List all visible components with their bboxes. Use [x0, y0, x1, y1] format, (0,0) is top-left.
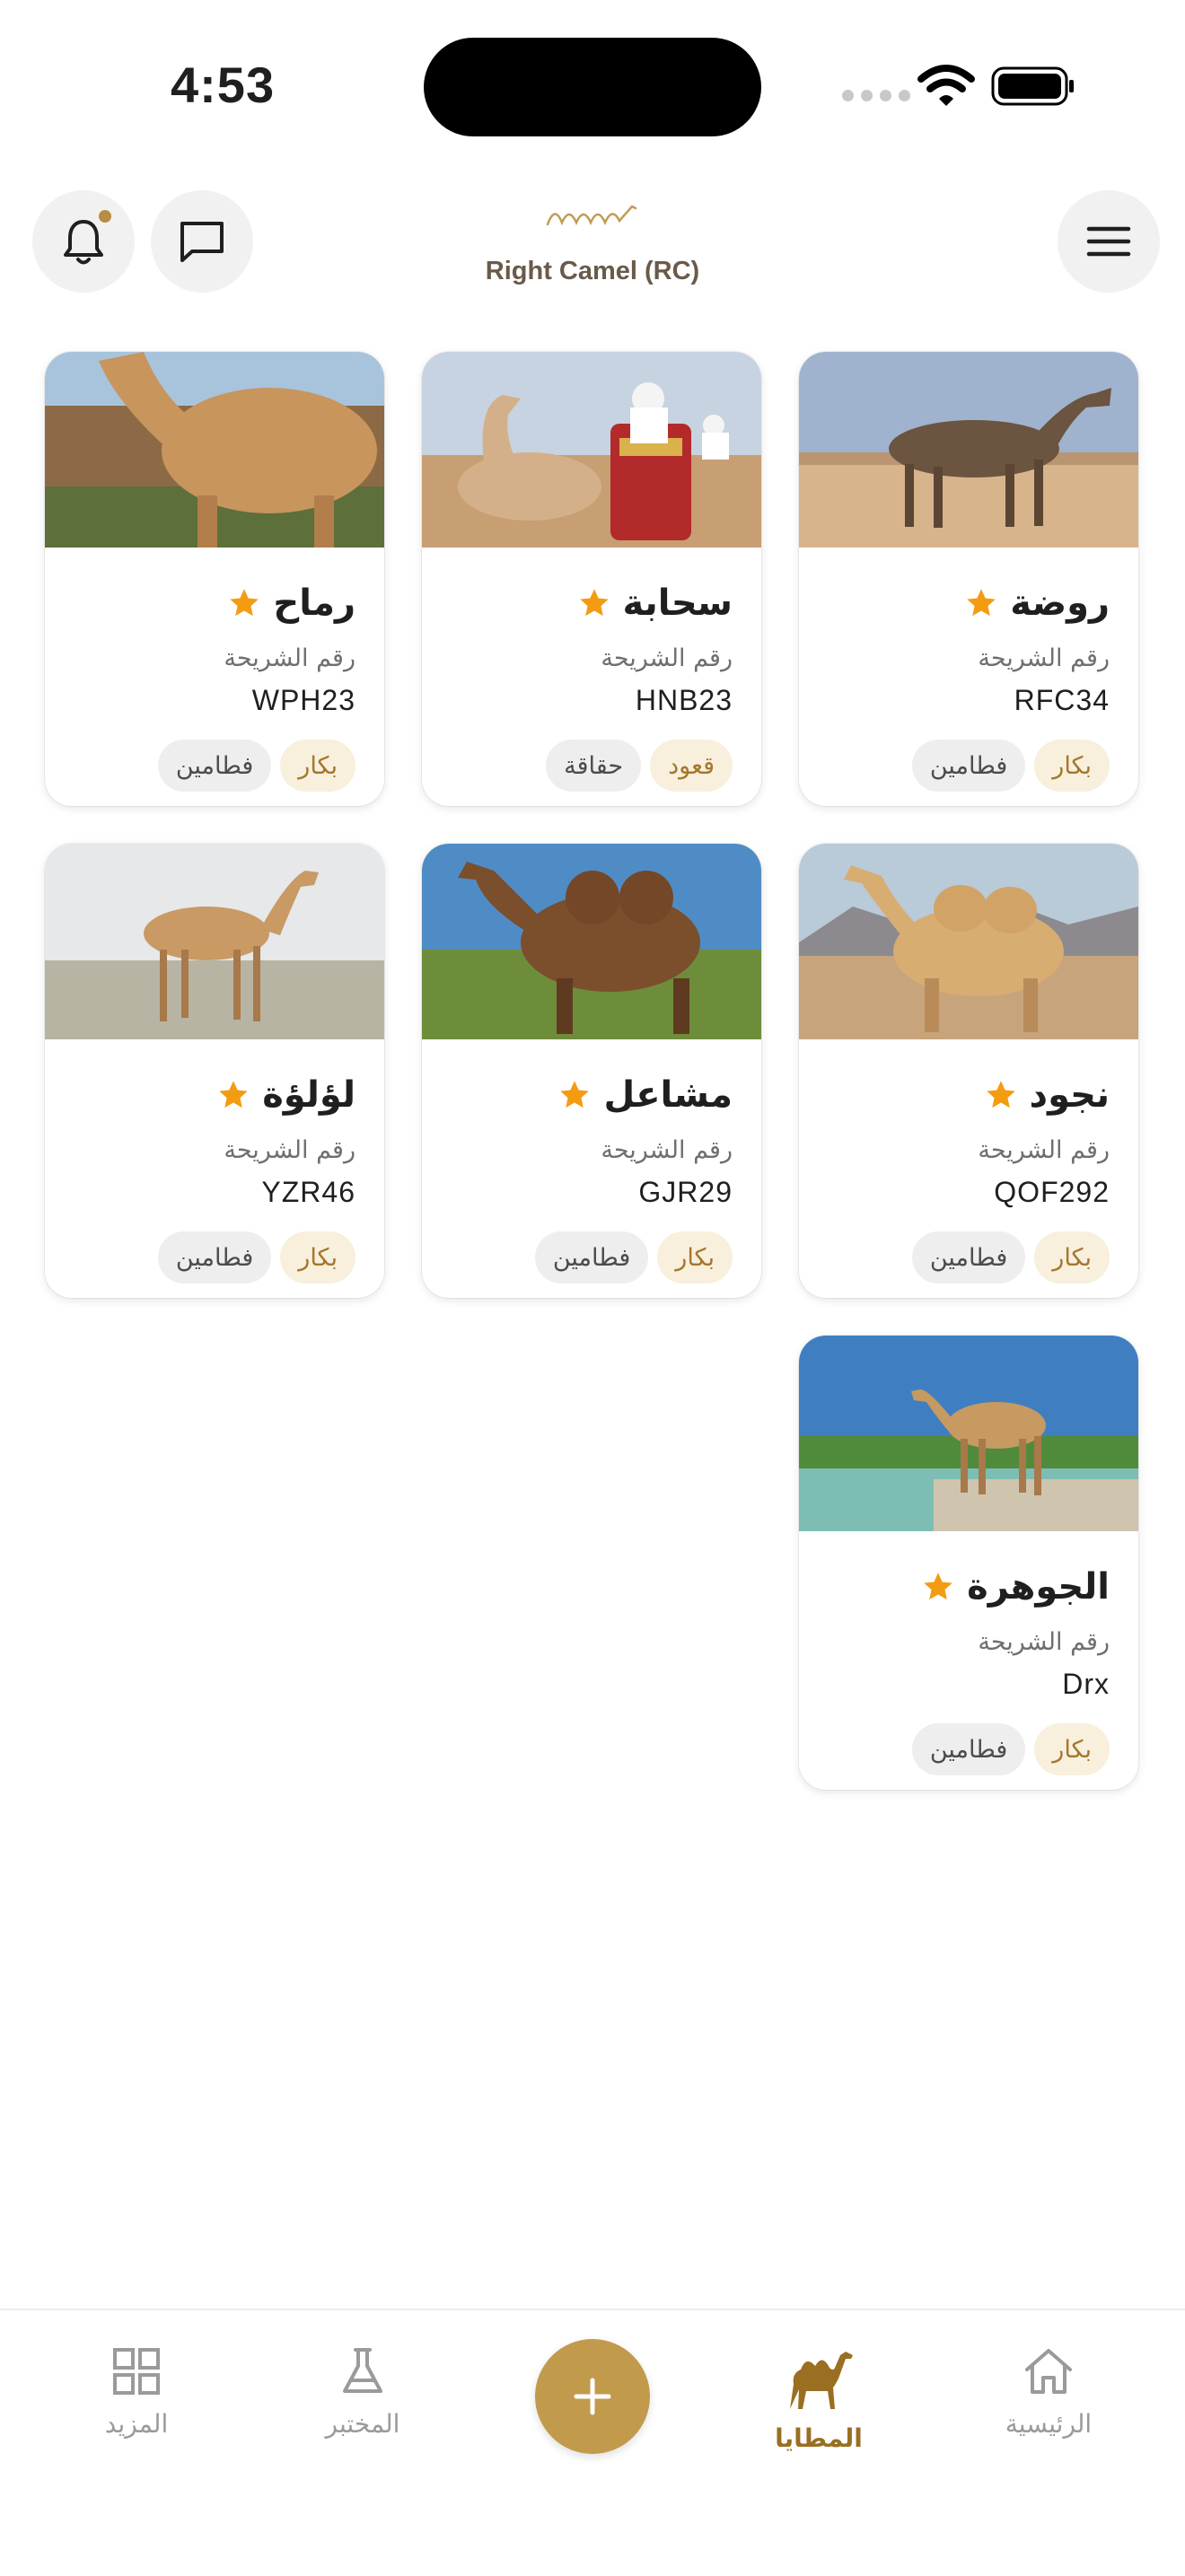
- tag-badge: فطامين: [534, 1231, 649, 1284]
- tag-badge: بكار: [1034, 1231, 1110, 1284]
- tag-badge: فطامين: [911, 1231, 1026, 1284]
- grid-icon: [113, 2348, 160, 2395]
- camel-photo: [45, 844, 384, 1039]
- camel-card[interactable]: لؤلؤة رقم الشريحة YZR46 بكار فطامين: [45, 844, 384, 1298]
- bell-icon: [64, 220, 103, 265]
- camel-name: سحابة: [622, 583, 733, 624]
- notification-dot: [99, 210, 111, 223]
- camel-name: لؤلؤة: [262, 1074, 356, 1116]
- tag-badge: فطامين: [911, 1723, 1026, 1775]
- add-camel-button[interactable]: [535, 2339, 650, 2454]
- tag-badge: بكار: [1034, 740, 1110, 792]
- chip-number: HNB23: [635, 684, 733, 716]
- nav-item-more[interactable]: المزيد: [47, 2346, 226, 2439]
- tag-badge: بكار: [280, 1231, 356, 1284]
- star-icon[interactable]: [578, 587, 610, 619]
- nav-label: المطايا: [775, 2423, 863, 2453]
- camel-card[interactable]: رماح رقم الشريحة WPH23 بكار فطامين: [45, 352, 384, 806]
- tag-badge: بكار: [280, 740, 356, 792]
- messages-button[interactable]: [151, 190, 253, 293]
- nav-item-lab[interactable]: المختبر: [273, 2346, 452, 2439]
- camel-card[interactable]: الجوهرة رقم الشريحة Drx بكار فطامين: [799, 1336, 1138, 1790]
- flask-icon: [343, 2348, 382, 2393]
- nav-label: المختبر: [325, 2409, 400, 2439]
- nav-label: المزيد: [104, 2409, 169, 2439]
- home-icon: [1025, 2349, 1072, 2394]
- camel-photo: [422, 352, 761, 548]
- chip-label: رقم الشريحة: [601, 1136, 733, 1164]
- tag-badge: بكار: [1034, 1723, 1110, 1775]
- camel-name: رماح: [273, 583, 356, 624]
- menu-icon: [1086, 226, 1131, 257]
- tag-badge: قعود: [650, 740, 733, 792]
- star-icon[interactable]: [985, 1079, 1017, 1111]
- camel-card[interactable]: مشاعل رقم الشريحة GJR29 بكار فطامين: [422, 844, 761, 1298]
- tag-badge: حقاقة: [546, 740, 642, 792]
- chip-label: رقم الشريحة: [978, 644, 1110, 672]
- tag-badge: فطامين: [911, 740, 1026, 792]
- tag-badge: فطامين: [157, 1231, 272, 1284]
- chip-number: YZR46: [261, 1176, 356, 1208]
- star-icon[interactable]: [922, 1571, 954, 1603]
- camel-photo: [799, 1336, 1138, 1531]
- camel-name: مشاعل: [603, 1074, 733, 1116]
- camel-icon: [790, 2352, 853, 2409]
- chip-label: رقم الشريحة: [978, 1628, 1110, 1656]
- chip-number: WPH23: [251, 684, 356, 716]
- camel-name: الجوهرة: [967, 1566, 1110, 1608]
- chip-number: Drx: [1062, 1668, 1110, 1700]
- camel-name: روضة: [1010, 583, 1110, 624]
- camel-photo: [422, 844, 761, 1039]
- camel-card[interactable]: روضة رقم الشريحة RFC34 بكار فطامين: [799, 352, 1138, 806]
- star-icon[interactable]: [965, 587, 997, 619]
- chip-number: RFC34: [1014, 684, 1110, 716]
- notifications-button[interactable]: [32, 190, 135, 293]
- brand-name: Right Camel (RC): [485, 257, 700, 285]
- chip-label: رقم الشريحة: [601, 644, 733, 672]
- brand-logo: [546, 205, 637, 226]
- star-icon[interactable]: [228, 587, 260, 619]
- tag-badge: فطامين: [157, 740, 272, 792]
- plus-icon: [574, 2378, 611, 2415]
- camel-photo: [799, 844, 1138, 1039]
- chip-label: رقم الشريحة: [224, 1136, 356, 1164]
- camel-photo: [45, 352, 384, 548]
- wifi-icon: [917, 65, 975, 106]
- signal-icon: [842, 90, 910, 101]
- camel-photo: [799, 352, 1138, 548]
- star-icon[interactable]: [217, 1079, 250, 1111]
- star-icon[interactable]: [558, 1079, 591, 1111]
- chip-label: رقم الشريحة: [224, 644, 356, 672]
- camel-name: نجود: [1029, 1074, 1110, 1116]
- battery-icon: [991, 66, 1074, 106]
- chip-number: GJR29: [638, 1176, 733, 1208]
- tag-badge: بكار: [657, 1231, 733, 1284]
- camel-card[interactable]: نجود رقم الشريحة QOF292 بكار فطامين: [799, 844, 1138, 1298]
- nav-item-camels[interactable]: المطايا: [729, 2346, 908, 2453]
- dynamic-island: [424, 38, 761, 136]
- menu-button[interactable]: [1058, 190, 1160, 293]
- chip-number: QOF292: [994, 1176, 1110, 1208]
- chip-label: رقم الشريحة: [978, 1136, 1110, 1164]
- chat-icon: [180, 222, 224, 262]
- camel-card[interactable]: سحابة رقم الشريحة HNB23 قعود حقاقة: [422, 352, 761, 806]
- nav-label: الرئيسية: [1005, 2409, 1093, 2439]
- nav-item-home[interactable]: الرئيسية: [959, 2346, 1138, 2439]
- status-time: 4:53: [171, 57, 276, 113]
